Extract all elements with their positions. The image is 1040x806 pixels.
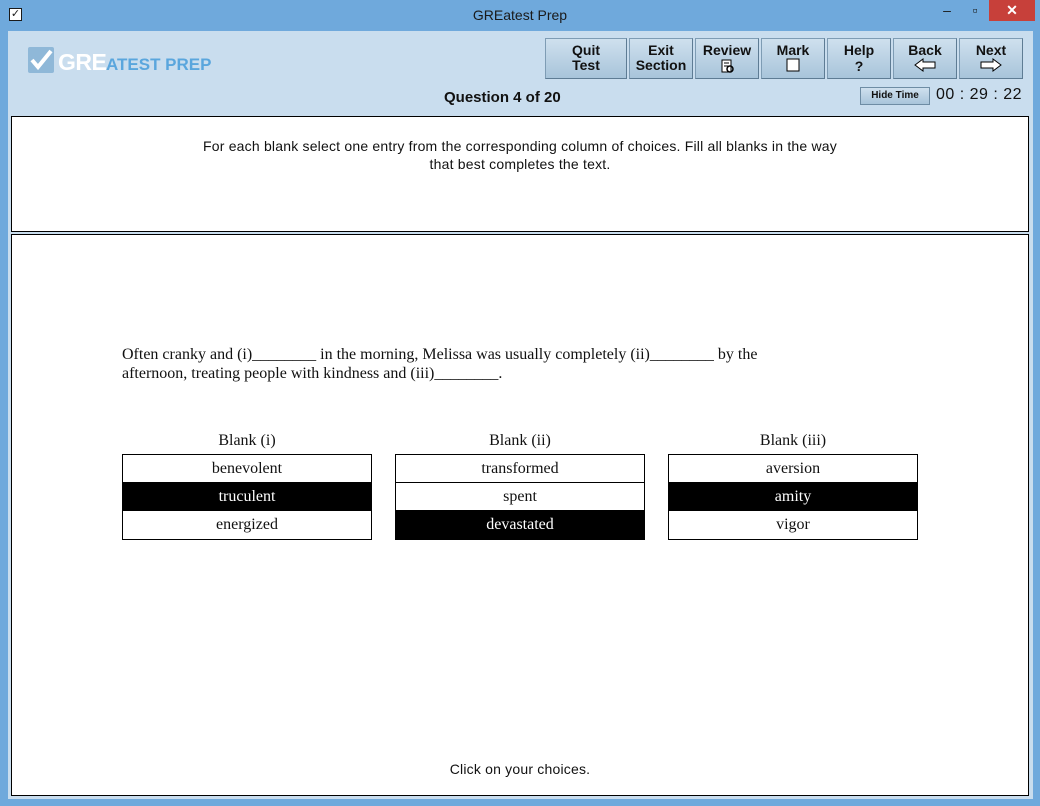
choice-list-ii: transformed spent devastated [395,454,645,540]
window-title: GREatest Prep [472,7,568,23]
question-panel: Often cranky and (i)________ in the morn… [11,234,1029,796]
choice-energized[interactable]: energized [123,511,371,539]
exit-label-2: Section [635,57,687,73]
choice-transformed[interactable]: transformed [396,455,644,483]
logo-text-gre: GRE [58,49,107,75]
footer-instruction: Click on your choices. [449,761,591,777]
timer-readout: 00 : 29 : 22 [936,86,1023,103]
review-label: Review [702,42,752,58]
question-counter: Question 4 of 20 [444,89,561,106]
minimize-button[interactable]: – [934,0,960,21]
blank-header-iii: Blank (iii) [759,432,827,449]
title-bar[interactable]: ✓ GREatest Prep – ▫ ✕ [0,0,1040,31]
mark-label: Mark [776,42,810,58]
choice-devastated[interactable]: devastated [396,511,644,539]
quit-label-2: Test [572,57,600,73]
mark-button[interactable]: Mark [761,38,825,79]
back-label: Back [908,42,942,58]
app-window: ✓ GREatest Prep – ▫ ✕ GRE ATEST PREP Qui… [0,0,1040,806]
instructions-line-1: For each blank select one entry from the… [203,138,837,154]
quit-label-1: Quit [572,42,600,58]
arrow-right-icon [960,58,1022,74]
close-button[interactable]: ✕ [989,0,1035,21]
choice-amity[interactable]: amity [669,483,917,511]
logo-text-rest: ATEST PREP [106,55,212,74]
arrow-left-icon [894,58,956,74]
close-icon: ✕ [1006,2,1018,18]
choice-aversion[interactable]: aversion [669,455,917,483]
choice-list-i: benevolent truculent energized [122,454,372,540]
blank-column-i: Blank (i) benevolent truculent energized [122,432,372,540]
blank-header-ii: Blank (ii) [489,432,551,449]
choice-benevolent[interactable]: benevolent [123,455,371,483]
choice-spent[interactable]: spent [396,483,644,511]
review-button[interactable]: Review [695,38,759,79]
logo-check-icon [28,47,54,73]
next-button[interactable]: Next [959,38,1023,79]
review-icon [696,58,758,74]
sentence-line-2: afternoon, treating people with kindness… [122,365,503,382]
help-label: Help [843,42,875,58]
blank-column-iii: Blank (iii) aversion amity vigor [668,432,918,540]
question-mark-icon: ? [854,58,864,74]
instructions-line-2: that best completes the text. [429,156,611,172]
maximize-icon: ▫ [972,2,978,18]
sentence-line-1: Often cranky and (i)________ in the morn… [122,346,758,363]
next-label: Next [975,42,1007,58]
instructions-text: For each blank select one entry from the… [12,137,1028,173]
maximize-button[interactable]: ▫ [962,0,988,21]
question-sentence: Often cranky and (i)________ in the morn… [122,345,882,383]
choice-vigor[interactable]: vigor [669,511,917,539]
exit-section-button[interactable]: Exit Section [629,38,693,79]
hide-time-button[interactable]: Hide Time [860,87,930,105]
choice-list-iii: aversion amity vigor [668,454,918,540]
mark-checkbox-icon [762,58,824,74]
blank-header-i: Blank (i) [218,432,276,449]
client-area: GRE ATEST PREP Quit Test Exit Section Re… [8,31,1033,799]
instructions-panel: For each blank select one entry from the… [11,116,1029,232]
back-button[interactable]: Back [893,38,957,79]
minimize-icon: – [943,2,951,18]
choice-truculent[interactable]: truculent [123,483,371,511]
blank-column-ii: Blank (ii) transformed spent devastated [395,432,645,540]
quit-test-button[interactable]: Quit Test [545,38,627,79]
help-button[interactable]: Help ? [827,38,891,79]
exit-label-1: Exit [648,42,674,58]
